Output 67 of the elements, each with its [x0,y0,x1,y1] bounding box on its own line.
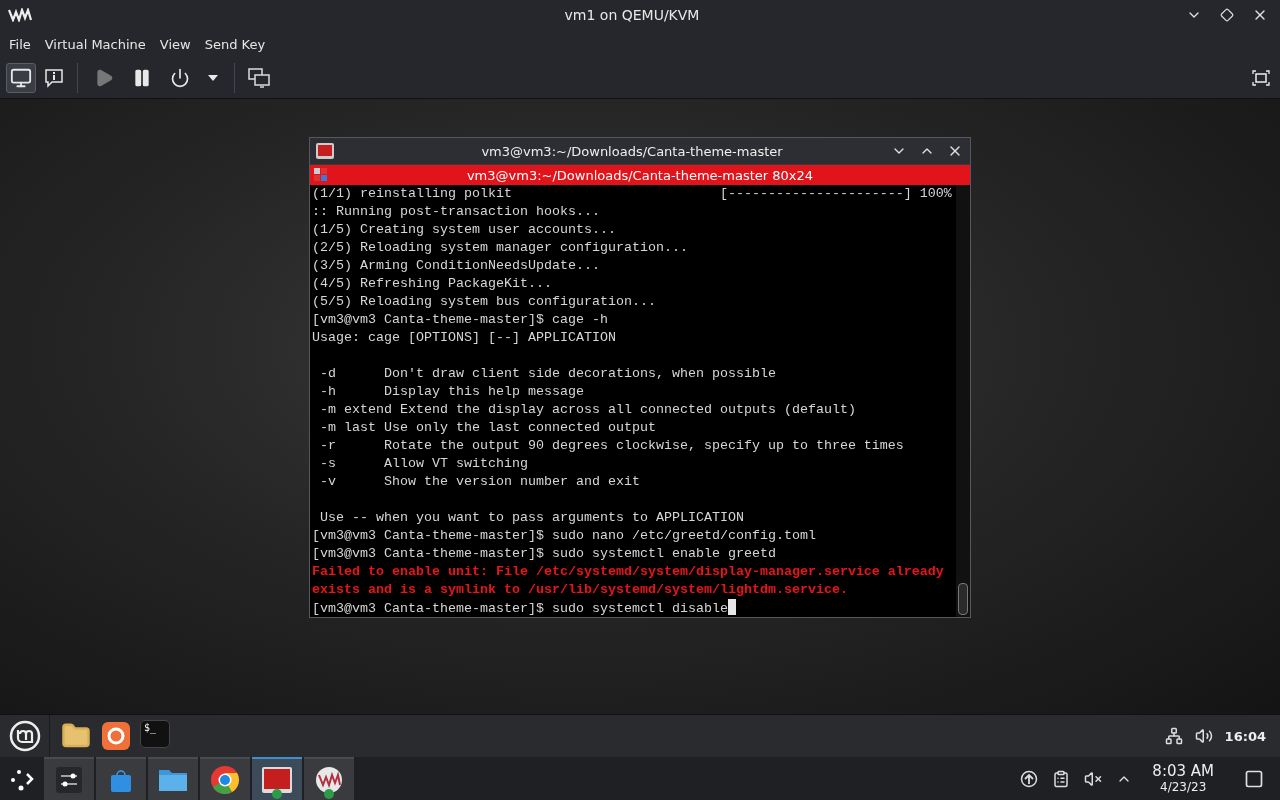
output-line: (4/5) Refreshing PackageKit... [312,275,553,293]
menu-item[interactable]: File [2,36,38,52]
taskbar-time: 8:03 AM [1152,763,1214,780]
chrome-icon [210,764,240,795]
window-title: vm1 on QEMU/KVM [563,7,701,23]
terminal-title: vm3@vm3:~/Downloads/Canta-theme-master [480,143,784,159]
network-icon [1164,727,1183,745]
taskbar-date: 4/23/23 [1160,780,1207,794]
output-line: :: Running post-transaction hooks... [312,203,601,221]
output-line: [vm3@vm3 Canta-theme-master]$ sudo nano /etc/greetd/config.toml [312,527,817,545]
output-line: [vm3@vm3 Canta-theme-master]$ sudo systemctl enable greetd [312,545,777,563]
output-line: -h Display this help message [319,383,585,401]
tiles-icon [314,168,328,182]
diamond-icon [1220,8,1234,22]
panel-clock: 16:04 [1224,728,1266,744]
plus-badge-icon [324,789,334,799]
monitors-icon [248,68,270,88]
text-cursor [727,599,736,615]
terminal-app-icon [316,143,334,159]
scrollbar-thumb[interactable] [958,583,968,615]
taskbar-app-button[interactable] [44,757,94,800]
output-line: [vm3@vm3 Canta-theme-master]$ cage -h [312,311,609,329]
output-line: -s Allow VT switching [319,455,529,473]
view-toggle-button[interactable] [6,63,36,93]
browser-icon [102,722,130,750]
output-line: (1/5) Creating system user accounts... [312,221,617,239]
menu-item[interactable]: Send Key [197,36,273,52]
output-line: (3/5) Arming ConditionNeedsUpdate... [312,257,601,275]
vm-manager-icon [315,765,343,794]
taskbar-app-button[interactable] [252,757,302,800]
volume-icon [1194,727,1213,745]
menu-item[interactable]: Virtual Machine [37,36,153,52]
taskbar-app-button[interactable] [148,757,198,800]
caret-icon [208,75,218,81]
monitor-icon [10,67,32,89]
terminal-icon [262,766,292,793]
clipboard-icon [1052,769,1071,788]
app-logo-icon [8,8,32,22]
taskbar-app-button[interactable] [304,757,354,800]
error-line: Failed to enable unit: File /etc/systemd/system/display-manager.service already [312,563,945,581]
terminal-tab-title: vm3@vm3:~/Downloads/Canta-theme-master 80x24 [465,167,815,183]
mint-logo-icon [8,720,41,752]
muted-volume-icon [1084,769,1103,788]
output-line: -m last Use only the last connected output [319,419,657,437]
terminal-launcher[interactable]: $_ [140,720,170,748]
output-line: Usage: cage [OPTIONS] [--] APPLICATION [312,329,617,347]
output-line: Use -- when you want to pass arguments to APPLICATION [319,509,745,527]
output-line: -d Don't draw client side decorations, when possible [319,365,777,383]
sliders-icon [56,766,82,793]
output-line: (5/5) Reloading system bus configuration... [312,293,657,311]
prompt-line: [vm3@vm3 Canta-theme-master]$ sudo systemctl disable [312,601,728,616]
output-line: -r Rotate the output 90 degrees clockwise, specify up to three times [319,437,905,455]
plus-badge-icon [272,789,282,799]
pause-icon [132,68,152,88]
firefox-launcher[interactable] [100,720,132,752]
play-icon [94,68,114,88]
output-line: -m extend Extend the display across all connected outputs (default) [319,401,857,419]
update-icon [1020,769,1039,788]
fullscreen-icon [1252,70,1270,86]
output-line: (1/1) reinstalling polkit [----------------------] 100% [312,185,953,203]
menu-item[interactable]: View [152,36,198,52]
taskbar-app-button[interactable] [200,757,250,800]
output-line: (2/5) Reloading system manager configuration... [312,239,689,257]
info-icon [44,68,64,88]
output-line: -v Show the version number and exit [319,473,641,491]
error-line: exists and is a symlink to /usr/lib/systemd/system/lightdm.service. [312,581,849,599]
power-icon [170,68,190,88]
